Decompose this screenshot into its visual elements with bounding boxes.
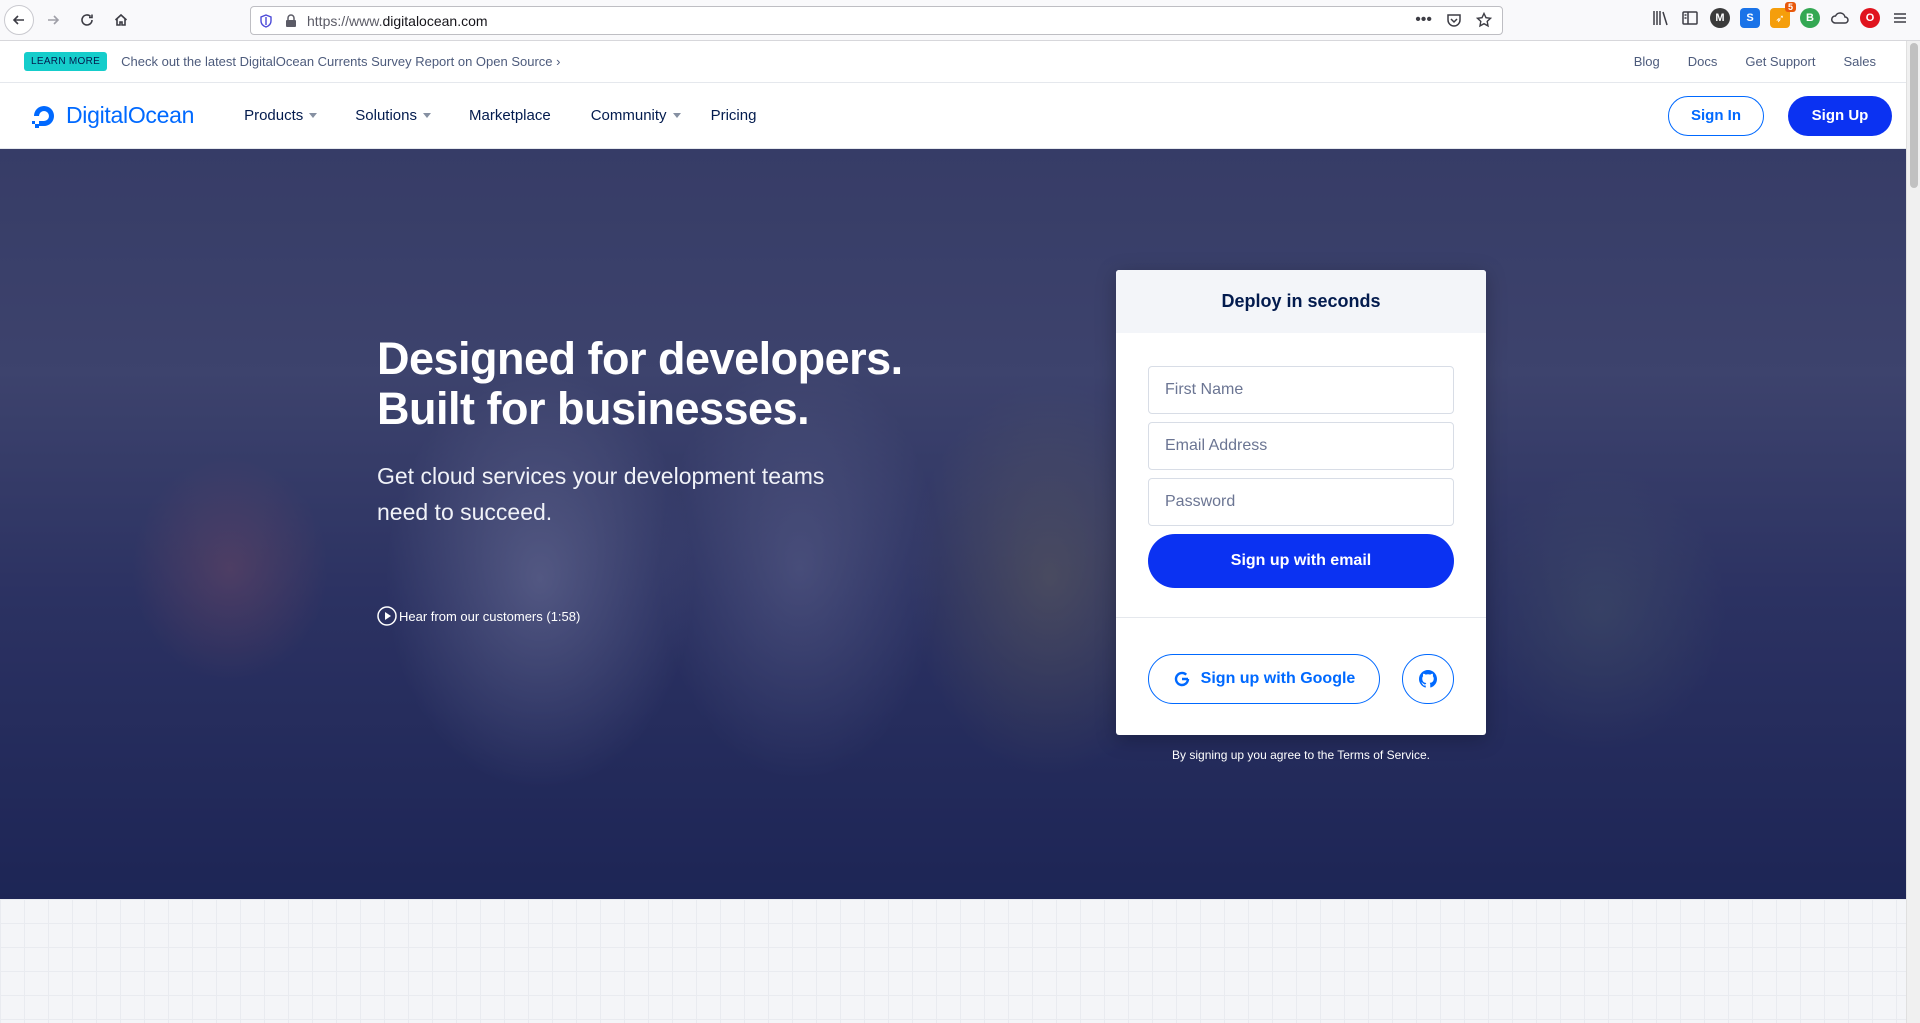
sidebar-icon[interactable] xyxy=(1680,8,1700,28)
sign-in-button[interactable]: Sign In xyxy=(1668,95,1764,136)
home-icon xyxy=(114,13,128,26)
hero-section: Designed for developers. Built for busin… xyxy=(0,149,1906,899)
sign-up-with-google-button[interactable]: Sign up with Google xyxy=(1148,654,1380,704)
google-button-label: Sign up with Google xyxy=(1200,670,1356,687)
social-signup-row: Sign up with Google xyxy=(1148,654,1454,704)
digitalocean-logo[interactable]: DigitalOcean xyxy=(30,102,194,130)
announcement-text: Check out the latest DigitalOcean Curren… xyxy=(121,54,553,69)
nav-item-label: Marketplace xyxy=(469,107,551,124)
address-bar[interactable]: https://www.digitalocean.com ••• xyxy=(250,6,1503,35)
hero-title: Designed for developers. Built for busin… xyxy=(377,334,937,434)
browser-toolbar: https://www.digitalocean.com ••• M S 5 ➶ … xyxy=(0,0,1920,41)
page-actions-icon[interactable]: ••• xyxy=(1415,11,1432,29)
logo-text: DigitalOcean xyxy=(66,102,195,128)
nav-item-solutions[interactable]: Solutions xyxy=(355,107,431,124)
blog-link[interactable]: Blog xyxy=(1634,54,1660,69)
caret-down-icon xyxy=(309,113,318,118)
docs-link[interactable]: Docs xyxy=(1688,54,1718,69)
signup-card-heading: Deploy in seconds xyxy=(1116,270,1486,333)
nav-item-pricing[interactable]: Pricing xyxy=(711,107,757,124)
hero-title-line1: Designed for developers. xyxy=(377,333,903,384)
signup-form: Sign up with email Sign up with Google xyxy=(1116,333,1486,704)
nav-item-products[interactable]: Products xyxy=(244,107,318,124)
caret-down-icon xyxy=(672,113,681,118)
chevron-right-icon: › xyxy=(556,54,561,69)
nav-item-community[interactable]: Community xyxy=(591,107,681,124)
scrollbar-thumb[interactable] xyxy=(1910,43,1918,188)
digitalocean-logo-icon xyxy=(32,105,54,128)
reload-icon xyxy=(81,14,93,26)
nav-actions: Sign In Sign Up xyxy=(1668,95,1892,136)
password-field[interactable] xyxy=(1148,478,1454,526)
nav-menu: Products Solutions Marketplace Community… xyxy=(244,107,794,124)
play-icon xyxy=(377,606,397,626)
extension-badge: 5 xyxy=(1784,2,1796,12)
url-domain: digitalocean.com xyxy=(382,12,488,29)
email-field[interactable] xyxy=(1148,422,1454,470)
get-support-link[interactable]: Get Support xyxy=(1745,54,1815,69)
nav-item-label: Pricing xyxy=(710,107,757,124)
sign-up-button[interactable]: Sign Up xyxy=(1788,95,1892,136)
home-button[interactable] xyxy=(106,5,136,35)
pocket-icon[interactable] xyxy=(1446,12,1462,28)
learn-more-badge[interactable]: LEARN MORE xyxy=(24,52,108,71)
menu-icon[interactable] xyxy=(1890,8,1910,28)
nav-item-label: Community xyxy=(590,107,667,124)
lock-icon[interactable] xyxy=(285,13,297,28)
nav-item-label: Products xyxy=(244,107,304,124)
nav-item-label: Solutions xyxy=(355,107,417,124)
sign-up-with-github-button[interactable] xyxy=(1402,654,1454,704)
arrow-right-icon xyxy=(48,15,60,25)
video-link-text: Hear from our customers (1:58) xyxy=(399,608,581,624)
bookmark-star-icon[interactable] xyxy=(1476,12,1492,28)
page-scrollbar[interactable] xyxy=(1906,41,1920,1023)
sales-link[interactable]: Sales xyxy=(1843,54,1876,69)
signup-card: Deploy in seconds Sign up with email Sig… xyxy=(1116,270,1486,735)
google-icon xyxy=(1174,671,1189,687)
caret-down-icon xyxy=(423,113,431,118)
cloud-icon[interactable] xyxy=(1830,8,1850,28)
terms-of-service-text: By signing up you agree to the Terms of … xyxy=(1172,748,1430,762)
github-icon xyxy=(1419,670,1437,688)
announcement-bar: LEARN MORE Check out the latest DigitalO… xyxy=(0,41,1906,83)
reload-button[interactable] xyxy=(72,5,102,35)
extension-tray: M S 5 ➶ B O xyxy=(1650,2,1910,28)
opera-icon[interactable]: O xyxy=(1860,8,1880,28)
hero-content: Designed for developers. Built for busin… xyxy=(377,334,937,626)
library-icon[interactable] xyxy=(1650,8,1670,28)
rocket-extension-icon[interactable]: 5 ➶ xyxy=(1770,2,1796,28)
shield-icon[interactable] xyxy=(259,13,273,28)
b-extension-icon[interactable]: B xyxy=(1800,8,1820,28)
arrow-left-icon xyxy=(12,15,24,25)
back-button[interactable] xyxy=(4,5,34,35)
first-name-field[interactable] xyxy=(1148,366,1454,414)
s-extension-icon[interactable]: S xyxy=(1740,8,1760,28)
forward-button[interactable] xyxy=(38,5,68,35)
nav-item-marketplace[interactable]: Marketplace xyxy=(469,107,551,124)
announcement-link[interactable]: Check out the latest DigitalOcean Curren… xyxy=(121,54,560,69)
url-text[interactable]: https://www.digitalocean.com xyxy=(307,13,488,29)
m-extension-icon[interactable]: M xyxy=(1710,8,1730,28)
sign-up-with-email-button[interactable]: Sign up with email xyxy=(1148,534,1454,588)
card-divider xyxy=(1116,617,1486,618)
hero-background-video xyxy=(0,149,1906,899)
hero-title-line2: Built for businesses. xyxy=(377,383,810,434)
utility-links: Blog Docs Get Support Sales xyxy=(1634,54,1876,69)
url-prefix: https://www. xyxy=(307,12,383,29)
next-section xyxy=(0,899,1906,1023)
main-navigation: DigitalOcean Products Solutions Marketpl… xyxy=(0,83,1906,149)
hero-subtitle: Get cloud services your development team… xyxy=(377,463,825,525)
customer-video-link[interactable]: Hear from our customers (1:58) xyxy=(377,606,937,626)
